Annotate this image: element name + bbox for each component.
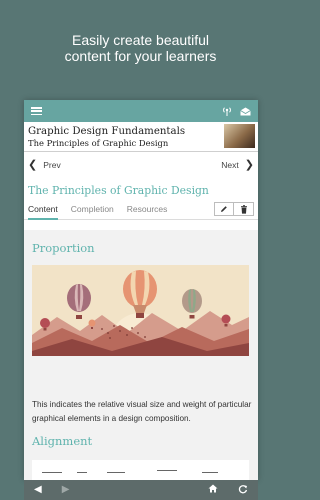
home-icon[interactable] (208, 484, 218, 496)
forward-arrow-icon[interactable]: ▶ (62, 485, 70, 495)
envelope-icon[interactable] (240, 107, 251, 116)
chevron-right-icon: ❯ (244, 158, 254, 171)
prev-button[interactable]: ❮ Prev (28, 158, 61, 171)
tab-completion[interactable]: Completion (71, 198, 114, 220)
hot-air-balloons-illustration (32, 265, 249, 356)
lesson-title: The Principles of Graphic Design (28, 184, 209, 197)
section-heading-proportion: Proportion (32, 241, 95, 255)
promo-line-1: Easily create beautiful (72, 32, 209, 48)
promo-line-2: content for your learners (64, 48, 217, 64)
refresh-icon[interactable] (238, 484, 248, 497)
app-bar (24, 100, 258, 122)
wireless-signal-icon[interactable] (222, 106, 232, 116)
tab-resources[interactable]: Resources (127, 198, 168, 220)
edit-button[interactable] (214, 202, 234, 216)
bottom-navigation-bar: ◀ ▶ (24, 480, 258, 500)
lesson-content[interactable]: Proportion This indicates the relative v… (24, 230, 258, 480)
pencil-edit-icon (221, 206, 227, 212)
app-bar-icons (222, 106, 251, 116)
trash-icon (240, 204, 247, 214)
hamburger-menu-icon[interactable] (31, 107, 42, 115)
proportion-description: This indicates the relative visual size … (32, 400, 252, 423)
app-window: Graphic Design Fundamentals The Principl… (24, 100, 258, 480)
alignment-illustration (32, 460, 249, 480)
chevron-left-icon: ❮ (28, 158, 38, 171)
prev-label: Prev (43, 160, 61, 170)
section-heading-alignment: Alignment (32, 434, 93, 448)
course-thumbnail (224, 124, 255, 148)
lesson-navigation: ❮ Prev Next ❯ (24, 152, 258, 178)
tab-tools (214, 202, 254, 216)
lesson-tabs: Content Completion Resources (24, 198, 258, 220)
promo-tagline: Easily create beautiful content for your… (0, 32, 281, 64)
next-button[interactable]: Next ❯ (221, 158, 254, 171)
back-arrow-icon[interactable]: ◀ (34, 485, 42, 495)
next-label: Next (221, 160, 239, 170)
course-header: Graphic Design Fundamentals The Principl… (24, 122, 258, 152)
tab-content[interactable]: Content (28, 198, 58, 220)
delete-button[interactable] (234, 202, 254, 216)
